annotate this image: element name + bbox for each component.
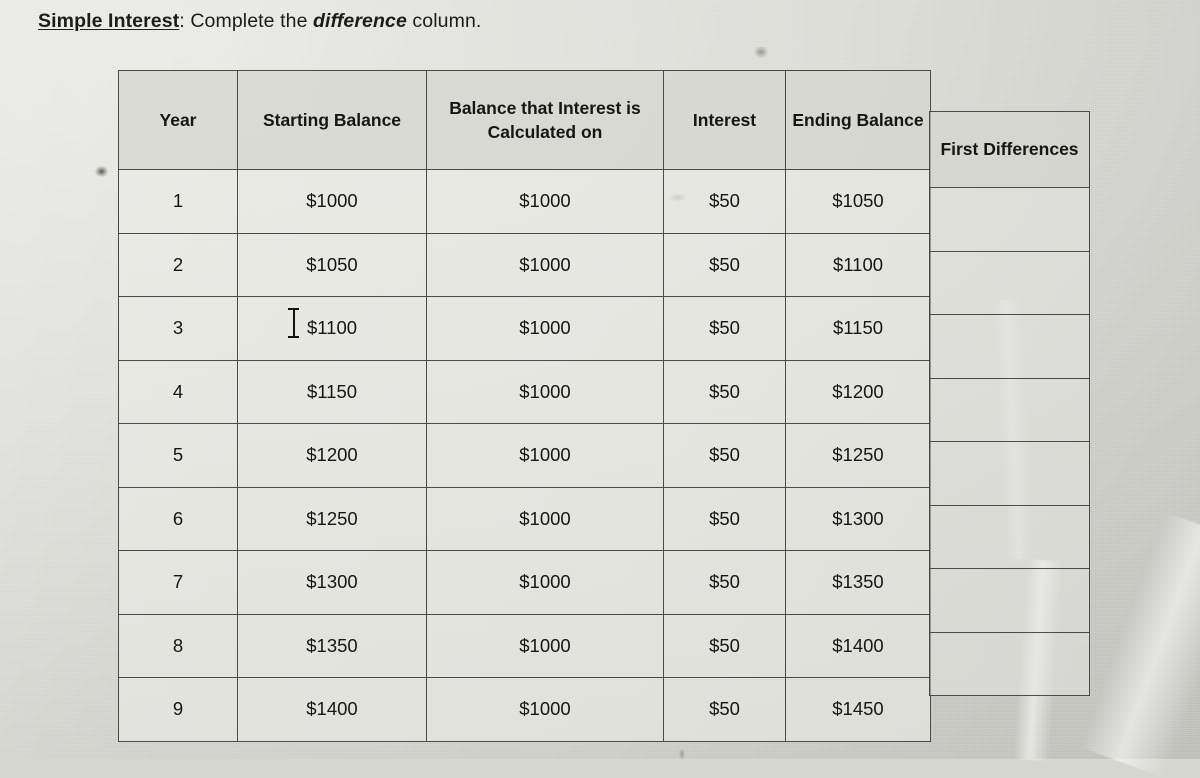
header-interest: Interest	[663, 70, 786, 170]
first-differences-row	[929, 314, 1090, 379]
first-differences-row	[929, 504, 1090, 569]
title-instruction-before: Complete the	[190, 10, 314, 32]
first-differences-header-row: First Differences	[929, 111, 1090, 188]
header-ending-balance: Ending Balance	[785, 70, 931, 170]
cell-interest: $50	[663, 423, 786, 488]
first-differences-answer-cell[interactable]	[929, 504, 1090, 569]
header-year: Year	[118, 70, 238, 170]
cell-calculated-on: $1000	[426, 169, 664, 234]
cell-interest: $50	[663, 550, 786, 615]
cell-starting-balance: $1050	[237, 232, 427, 297]
cell-ending-balance: $1350	[785, 550, 931, 615]
cell-interest: $50	[663, 486, 786, 551]
cell-ending-balance: $1150	[785, 296, 931, 361]
table-row: 3 $1100 $1000 $50 $1150	[118, 296, 931, 361]
table-header-row: Year Starting Balance Balance that Inter…	[118, 70, 931, 170]
cell-interest: $50	[663, 232, 786, 297]
cell-ending-balance: $1400	[785, 613, 931, 678]
cell-starting-balance: $1150	[237, 359, 427, 424]
first-differences-answer-cell[interactable]	[929, 631, 1090, 696]
cell-ending-balance: $1250	[785, 423, 931, 488]
cell-interest: $50	[663, 359, 786, 424]
cell-ending-balance: $1100	[785, 232, 931, 297]
table-row: 4 $1150 $1000 $50 $1200	[118, 359, 931, 424]
cell-interest: $50	[663, 613, 786, 678]
cell-year: 6	[118, 486, 238, 551]
cell-year: 1	[118, 169, 238, 234]
cell-year: 2	[118, 232, 238, 297]
cell-starting-balance: $1300	[237, 550, 427, 615]
cell-calculated-on: $1000	[426, 359, 664, 424]
first-differences-row	[929, 568, 1090, 633]
title-subject: Simple Interest	[38, 10, 180, 32]
table-row: 6 $1250 $1000 $50 $1300	[118, 486, 931, 551]
cell-interest: $50	[663, 677, 786, 742]
cell-starting-balance: $1200	[237, 423, 427, 488]
table-row: 1 $1000 $1000 $50 $1050	[118, 169, 931, 234]
cell-calculated-on: $1000	[426, 613, 664, 678]
cell-calculated-on: $1000	[426, 296, 664, 361]
cell-interest: $50	[663, 296, 786, 361]
cell-interest: $50	[663, 169, 786, 234]
table-row: 9 $1400 $1000 $50 $1450	[118, 677, 931, 742]
cell-year: 9	[118, 677, 238, 742]
cell-ending-balance: $1200	[785, 359, 931, 424]
first-differences-answer-cell[interactable]	[929, 250, 1090, 315]
first-differences-answer-cell[interactable]	[929, 441, 1090, 506]
first-differences-row	[929, 631, 1090, 696]
page-title: Simple Interest: Complete the difference…	[38, 10, 481, 33]
cell-starting-balance: $1250	[237, 486, 427, 551]
table-row: 2 $1050 $1000 $50 $1100	[118, 232, 931, 297]
cell-starting-balance: $1000	[237, 169, 427, 234]
cell-ending-balance: $1050	[785, 169, 931, 234]
header-starting-balance: Starting Balance	[237, 70, 427, 170]
table-row: 7 $1300 $1000 $50 $1350	[118, 550, 931, 615]
cell-year: 8	[118, 613, 238, 678]
cell-ending-balance: $1300	[785, 486, 931, 551]
title-separator: :	[179, 10, 191, 32]
first-differences-row	[929, 377, 1090, 442]
first-differences-answer-cell[interactable]	[929, 568, 1090, 633]
title-emphasis: difference	[313, 10, 407, 32]
header-first-differences: First Differences	[929, 111, 1090, 188]
first-differences-row	[929, 187, 1090, 252]
simple-interest-table: Year Starting Balance Balance that Inter…	[118, 70, 931, 742]
first-differences-answer-cell[interactable]	[929, 314, 1090, 379]
cell-calculated-on: $1000	[426, 232, 664, 297]
cell-year: 7	[118, 550, 238, 615]
first-differences-answer-cell[interactable]	[929, 187, 1090, 252]
header-calculated-on: Balance that Interest is Calculated on	[426, 70, 664, 170]
table-row: 8 $1350 $1000 $50 $1400	[118, 613, 931, 678]
cell-year: 4	[118, 359, 238, 424]
first-differences-table: First Differences	[929, 111, 1090, 696]
title-instruction-after: column.	[406, 10, 482, 32]
cell-calculated-on: $1000	[426, 423, 664, 488]
cell-calculated-on: $1000	[426, 550, 664, 615]
cell-calculated-on: $1000	[426, 677, 664, 742]
first-differences-row	[929, 250, 1090, 315]
cell-ending-balance: $1450	[785, 677, 931, 742]
cell-calculated-on: $1000	[426, 486, 664, 551]
cell-starting-balance: $1350	[237, 613, 427, 678]
table-row: 5 $1200 $1000 $50 $1250	[118, 423, 931, 488]
cell-year: 3	[118, 296, 238, 361]
first-differences-answer-cell[interactable]	[929, 377, 1090, 442]
cell-starting-balance: $1400	[237, 677, 427, 742]
cell-starting-balance: $1100	[237, 296, 427, 361]
cell-year: 5	[118, 423, 238, 488]
first-differences-row	[929, 441, 1090, 506]
